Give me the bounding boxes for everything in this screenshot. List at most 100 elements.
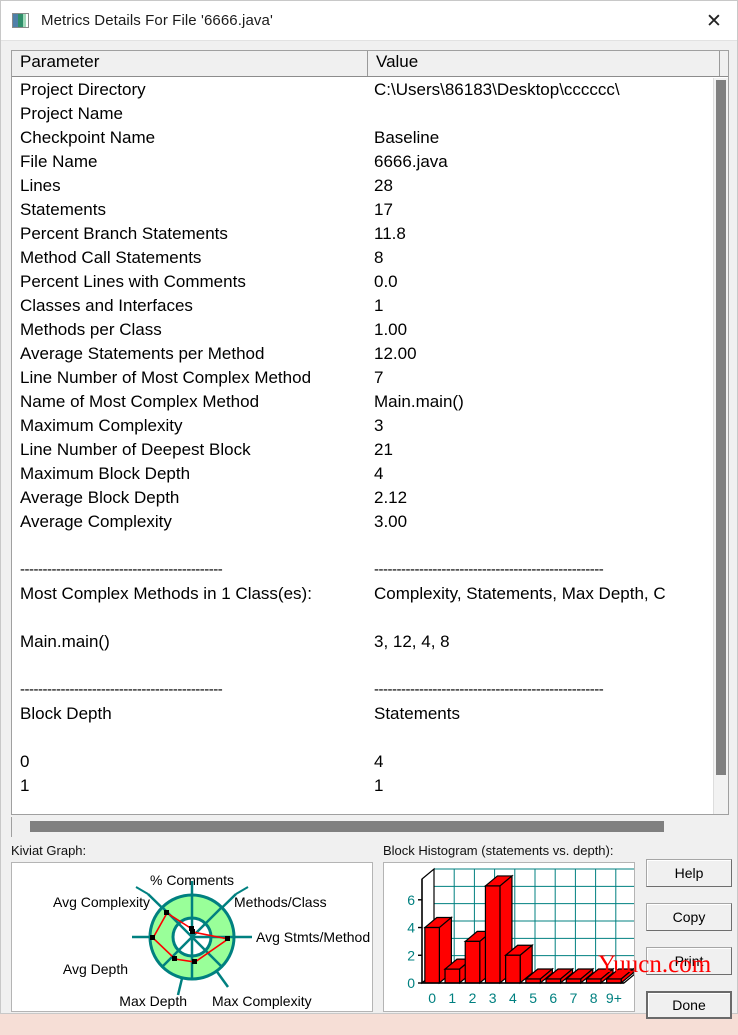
table-cell-parameter: Method Call Statements (20, 248, 202, 267)
help-button[interactable]: Help (646, 859, 732, 887)
title-bar: Metrics Details For File '6666.java' ✕ (1, 1, 737, 41)
table-cell-value: C:\Users\86183\Desktop\cccccc\ (374, 80, 620, 99)
table-cell-parameter: Checkpoint Name (20, 128, 156, 147)
histogram-caption: Block Histogram (statements vs. depth): (383, 843, 614, 858)
table-row[interactable]: 11 (12, 774, 728, 798)
table-cell-value: ----------------------------------------… (374, 561, 604, 578)
table-cell-value: Main.main() (374, 392, 464, 411)
table-row[interactable] (12, 606, 728, 630)
column-header-value[interactable]: Value (368, 51, 720, 76)
table-row[interactable]: Block Depth Statements (12, 702, 728, 726)
table-cell-parameter: Average Block Depth (20, 488, 180, 507)
table-row[interactable]: Methods per Class 1.00 (12, 318, 728, 342)
svg-text:5: 5 (529, 990, 537, 1006)
svg-text:7: 7 (570, 990, 578, 1006)
table-cell-value: 6666.java (374, 152, 448, 171)
column-header-parameter[interactable]: Parameter (12, 51, 368, 76)
window-title: Metrics Details For File '6666.java' (41, 12, 273, 29)
table-row[interactable]: Maximum Complexity 3 (12, 414, 728, 438)
table-cell-parameter: Name of Most Complex Method (20, 392, 260, 411)
block-histogram[interactable]: 0 2 4 6 0 1 2 3 4 5 6 7 8 9+ (383, 862, 635, 1012)
table-cell-value: Statements (374, 704, 460, 723)
table-cell-parameter: Average Statements per Method (20, 344, 265, 363)
table-row[interactable] (12, 726, 728, 750)
button-column: Help Copy Print Done Yuucn.com (598, 843, 732, 1035)
kiviat-label-avg-complexity: Avg Complexity (53, 894, 150, 910)
table-cell-parameter: Project Name (20, 104, 123, 123)
svg-text:4: 4 (407, 920, 415, 936)
table-row[interactable]: Percent Branch Statements 11.8 (12, 222, 728, 246)
table-cell-parameter: Project Directory (20, 80, 146, 99)
table-cell-value: 2.12 (374, 488, 408, 507)
table-cell-parameter: Block Depth (20, 704, 112, 723)
table-row[interactable]: Main.main() 3, 12, 4, 8 (12, 630, 728, 654)
table-cell-parameter: ----------------------------------------… (20, 561, 223, 578)
table-row[interactable]: Line Number of Deepest Block 21 (12, 438, 728, 462)
table-row[interactable]: Maximum Block Depth 4 (12, 462, 728, 486)
copy-button[interactable]: Copy (646, 903, 732, 931)
svg-text:6: 6 (549, 990, 557, 1006)
done-button[interactable]: Done (646, 991, 732, 1019)
table-cell-parameter: Main.main() (20, 632, 110, 651)
kiviat-label-avg-depth: Avg Depth (63, 961, 128, 977)
vertical-scrollbar-thumb[interactable] (716, 80, 726, 775)
table-row[interactable]: Average Complexity 3.00 (12, 510, 728, 534)
table-row[interactable]: Project Directory C:\Users\86183\Desktop\… (12, 78, 728, 102)
bottom-panels: Kiviat Graph: % Comments Methods/Class A… (1, 837, 737, 1035)
table-cell-value (368, 606, 720, 630)
table-cell-parameter: Classes and Interfaces (20, 296, 193, 315)
table-horizontal-scrollbar[interactable] (11, 817, 729, 837)
svg-text:3: 3 (489, 990, 497, 1006)
metrics-table: Parameter Value Project Directory C:\User… (11, 50, 729, 815)
table-cell-parameter: Methods per Class (20, 320, 162, 339)
table-cell-value: 28 (374, 176, 393, 195)
table-cell-value (368, 654, 720, 678)
table-row[interactable]: Method Call Statements 8 (12, 246, 728, 270)
table-cell-value: 4 (374, 752, 384, 771)
table-vertical-scrollbar[interactable] (713, 78, 728, 814)
metrics-app-icon (12, 13, 29, 28)
table-cell-value: 7 (374, 368, 384, 387)
table-row[interactable]: File Name 6666.java (12, 150, 728, 174)
table-cell-value: Baseline (374, 128, 440, 147)
table-row[interactable]: 04 (12, 750, 728, 774)
print-button[interactable]: Print (646, 947, 732, 975)
table-row[interactable]: Checkpoint Name Baseline (12, 126, 728, 150)
table-cell-value: Complexity, Statements, Max Depth, C (374, 584, 666, 603)
kiviat-graph[interactable]: % Comments Methods/Class Avg Stmts/Metho… (11, 862, 373, 1012)
table-cell-value: 1.00 (374, 320, 408, 339)
table-row[interactable]: Average Statements per Method 12.00 (12, 342, 728, 366)
table-row[interactable]: Statements 17 (12, 198, 728, 222)
table-cell-parameter: Statements (20, 200, 106, 219)
svg-text:2: 2 (469, 990, 477, 1006)
table-row[interactable]: ----------------------------------------… (12, 678, 728, 702)
horizontal-scrollbar-thumb[interactable] (30, 821, 664, 832)
svg-text:2: 2 (407, 947, 415, 963)
table-cell-value: 1 (374, 296, 384, 315)
table-row[interactable]: Project Name (12, 102, 728, 126)
table-row[interactable]: Name of Most Complex Method Main.main() (12, 390, 728, 414)
table-cell-parameter: Line Number of Most Complex Method (20, 368, 312, 387)
close-icon[interactable]: ✕ (691, 1, 737, 40)
kiviat-label-max-complexity: Max Complexity (212, 993, 312, 1009)
table-row[interactable]: Average Block Depth 2.12 (12, 486, 728, 510)
table-row[interactable]: ----------------------------------------… (12, 558, 728, 582)
table-row[interactable] (12, 654, 728, 678)
table-row[interactable]: Classes and Interfaces 1 (12, 294, 728, 318)
table-cell-value: 4 (374, 464, 384, 483)
table-row[interactable]: Lines 28 (12, 174, 728, 198)
table-row[interactable]: Percent Lines with Comments 0.0 (12, 270, 728, 294)
table-cell-parameter: Percent Lines with Comments (20, 272, 246, 291)
kiviat-label-methods-class: Methods/Class (234, 894, 327, 910)
table-row[interactable]: Line Number of Most Complex Method 7 (12, 366, 728, 390)
table-row[interactable] (12, 534, 728, 558)
svg-text:6: 6 (407, 892, 415, 908)
histogram-svg: 02460 1 2 3 4 5 6 7 8 9+ (407, 867, 634, 1006)
table-cell-parameter: Lines (20, 176, 61, 195)
table-cell-value: 11.8 (374, 224, 406, 243)
table-cell-parameter (12, 534, 368, 558)
metrics-details-dialog: Metrics Details For File '6666.java' ✕ P… (0, 0, 738, 1019)
table-cell-parameter: Maximum Complexity (20, 416, 183, 435)
table-row[interactable]: Most Complex Methods in 1 Class(es): Comp… (12, 582, 728, 606)
svg-text:0: 0 (407, 975, 415, 991)
